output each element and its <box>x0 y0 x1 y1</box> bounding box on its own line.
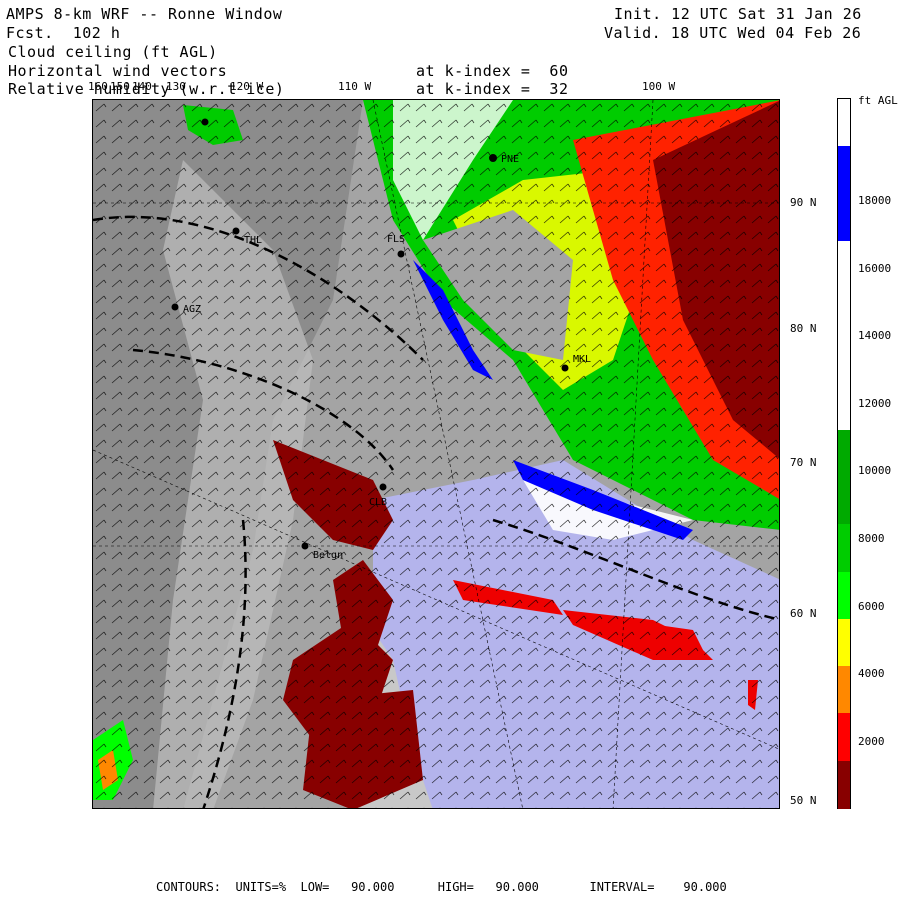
lat-label: 50 N <box>790 794 817 807</box>
station-marker <box>561 364 569 372</box>
colorbar-segment <box>838 429 850 478</box>
colorbar-segment <box>838 335 850 384</box>
station-label: FLS <box>387 234 405 245</box>
lon-label: 150 <box>110 80 130 93</box>
colorbar-label: 12000 <box>858 397 892 410</box>
init-time: Init. 12 UTC Sat 31 Jan 26 <box>614 5 862 23</box>
colorbar-label: 4000 <box>858 667 885 680</box>
station-label: MKL <box>573 354 591 365</box>
station-label: Belgn <box>313 550 343 561</box>
colorbar-label: 2000 <box>858 735 885 748</box>
lon-label: 160 <box>88 80 108 93</box>
station-label: AGZ <box>183 304 201 315</box>
station-marker <box>301 542 309 550</box>
colorbar-segment <box>838 288 850 337</box>
colorbar-segment <box>838 760 850 809</box>
lon-label: 120 W <box>230 80 264 93</box>
colorbar-segment <box>838 666 850 715</box>
colorbar-label: 14000 <box>858 329 892 342</box>
valid-time: Valid. 18 UTC Wed 04 Feb 26 <box>604 24 862 42</box>
colorbar-segment <box>838 193 850 242</box>
station-marker <box>379 483 387 491</box>
lat-label: 60 N <box>790 607 817 620</box>
lon-label: 100 W <box>642 80 676 93</box>
contours-footer: CONTOURS: UNITS=% LOW= 90.000 HIGH= 90.0… <box>156 880 727 894</box>
colorbar-segment <box>838 240 850 289</box>
lat-label: 70 N <box>790 456 817 469</box>
lat-label: 80 N <box>790 322 817 335</box>
colorbar-label: 16000 <box>858 262 892 275</box>
station-marker <box>201 118 209 126</box>
level-rh: at k-index = 32 <box>416 80 569 98</box>
colorbar-label: 8000 <box>858 532 885 545</box>
model-title: AMPS 8-km WRF -- Ronne Window <box>6 5 283 23</box>
lon-label: 130 <box>166 80 186 93</box>
station-label: THL <box>244 235 262 246</box>
station-label: CLB <box>369 497 387 508</box>
colorbar-segment <box>838 571 850 620</box>
wind-vectors <box>93 100 779 808</box>
map-panel: PNE THL FLS AGZ MKL CLB Belgn <box>92 99 780 809</box>
colorbar-segment <box>838 713 850 762</box>
lon-label: 140 <box>132 80 152 93</box>
colorbar-segment <box>838 382 850 431</box>
colorbar <box>837 98 851 809</box>
level-wind: at k-index = 60 <box>416 62 569 80</box>
colorbar-segment <box>838 524 850 573</box>
colorbar-label: 6000 <box>858 600 885 613</box>
lon-label: 110 W <box>338 80 372 93</box>
field-wind-vectors: Horizontal wind vectors <box>8 62 228 80</box>
colorbar-label: 18000 <box>858 194 892 207</box>
colorbar-segment <box>838 618 850 667</box>
station-label: PNE <box>501 154 519 165</box>
colorbar-label: 10000 <box>858 464 892 477</box>
map-canvas: PNE THL FLS AGZ MKL CLB Belgn <box>93 100 779 808</box>
colorbar-segment <box>838 99 850 147</box>
colorbar-segment <box>838 146 850 195</box>
colorbar-unit: ft AGL <box>858 94 898 107</box>
field-cloud-ceiling: Cloud ceiling (ft AGL) <box>8 43 218 61</box>
colorbar-segment <box>838 477 850 526</box>
forecast-hour: Fcst. 102 h <box>6 24 121 42</box>
station-marker <box>397 250 405 258</box>
station-marker <box>232 227 240 235</box>
lat-label: 90 N <box>790 196 817 209</box>
station-marker <box>489 154 497 162</box>
station-marker <box>171 303 179 311</box>
